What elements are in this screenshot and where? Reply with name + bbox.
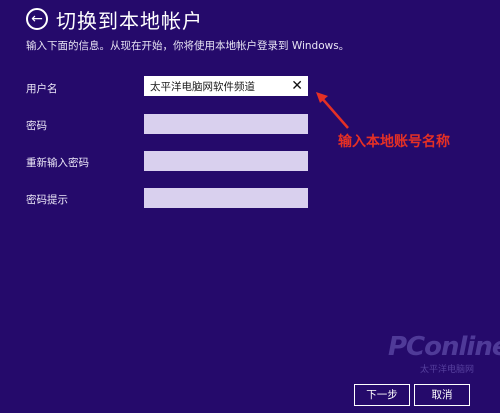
page-title: 切换到本地帐户 bbox=[56, 9, 203, 33]
annotation-arrow-icon bbox=[316, 92, 349, 129]
reenter-password-label: 重新输入密码 bbox=[26, 157, 89, 169]
reenter-password-field[interactable] bbox=[144, 151, 308, 171]
close-icon[interactable]: ✕ bbox=[291, 77, 303, 95]
pconline-logo: PConline bbox=[388, 332, 500, 362]
password-hint-label: 密码提示 bbox=[26, 194, 68, 206]
username-value: 太平洋电脑网软件频道 bbox=[150, 80, 255, 93]
password-hint-field[interactable] bbox=[144, 188, 308, 208]
username-label: 用户名 bbox=[26, 83, 58, 95]
page-subtitle: 输入下面的信息。从现在开始，你将使用本地帐户登录到 Windows。 bbox=[26, 40, 350, 52]
cancel-button[interactable]: 取消 bbox=[414, 384, 470, 406]
annotation-text: 输入本地账号名称 bbox=[338, 134, 450, 150]
back-arrow-icon[interactable]: ← bbox=[26, 8, 48, 30]
password-label: 密码 bbox=[26, 120, 47, 132]
next-button[interactable]: 下一步 bbox=[354, 384, 410, 406]
password-field[interactable] bbox=[144, 114, 308, 134]
watermark-subtext: 太平洋电脑网 bbox=[420, 365, 475, 375]
username-field[interactable]: 太平洋电脑网软件频道 ✕ bbox=[144, 76, 308, 96]
